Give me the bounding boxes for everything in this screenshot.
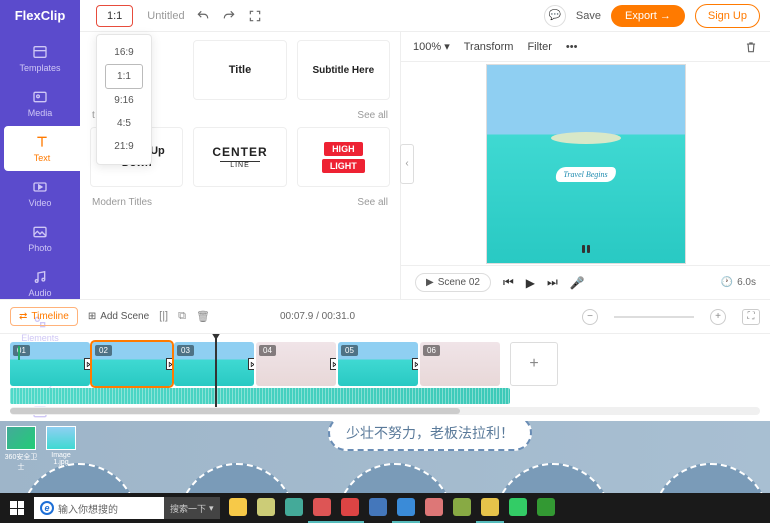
- text-overlay[interactable]: Travel Begins: [555, 167, 615, 182]
- fullscreen-icon[interactable]: [247, 8, 263, 24]
- taskbar-app[interactable]: [364, 493, 392, 523]
- see-all-link[interactable]: See all: [357, 110, 388, 121]
- split-icon[interactable]: [|]: [159, 310, 168, 323]
- zoom-out-icon[interactable]: −: [582, 309, 598, 325]
- more-icon[interactable]: •••: [566, 41, 578, 53]
- taskbar-app[interactable]: [252, 493, 280, 523]
- clip-01[interactable]: 01⋈: [10, 342, 90, 386]
- taskbar-app[interactable]: [504, 493, 532, 523]
- playhead[interactable]: [215, 334, 217, 407]
- text-card-center[interactable]: CENTERLINE: [193, 127, 286, 187]
- ratio-option-16-9[interactable]: 16:9: [97, 41, 151, 64]
- sidebar-item-templates[interactable]: Templates: [0, 36, 80, 81]
- mic-icon[interactable]: 🎤: [570, 276, 585, 290]
- audio-track[interactable]: [10, 388, 510, 404]
- clip-05[interactable]: 05⋈: [338, 342, 418, 386]
- ratio-option-21-9[interactable]: 21:9: [97, 135, 151, 158]
- ie-icon: e: [40, 501, 54, 515]
- next-scene-icon[interactable]: ⏭: [547, 275, 558, 290]
- collapse-handle[interactable]: ‹: [400, 144, 414, 184]
- taskbar-app[interactable]: [448, 493, 476, 523]
- taskbar-app[interactable]: [420, 493, 448, 523]
- taskbar: e输入你想搜的 搜索一下 ▾: [0, 493, 770, 523]
- redo-icon[interactable]: [221, 8, 237, 24]
- clip-06[interactable]: 06: [420, 342, 500, 386]
- project-title[interactable]: Untitled: [147, 10, 184, 22]
- sidebar-item-text[interactable]: Text: [4, 126, 80, 171]
- timeline-clips: 01⋈ 02⋈ 03⋈ 04⋈ 05⋈ 06 +: [0, 333, 770, 421]
- zoom-dropdown[interactable]: 100% ▾: [413, 40, 450, 53]
- scene-play-button[interactable]: ▶ Scene 02: [415, 273, 491, 292]
- signup-button[interactable]: Sign Up: [695, 4, 760, 28]
- section-label-2: Modern Titles: [92, 197, 152, 208]
- taskbar-app[interactable]: [392, 493, 420, 523]
- timeline-toolbar: ⇄ Timeline ⊞ Add Scene [|] ⧉ 🗑 00:07.9 /…: [0, 299, 770, 333]
- sidebar-item-media[interactable]: Media: [0, 81, 80, 126]
- preview-panel: 100% ▾ Transform Filter ••• ‹ Travel Beg…: [400, 32, 770, 299]
- ratio-option-4-5[interactable]: 4:5: [97, 112, 151, 135]
- timeline-scrollbar[interactable]: [10, 407, 760, 415]
- play-icon[interactable]: ▶: [526, 276, 535, 290]
- ratio-option-1-1[interactable]: 1:1: [105, 64, 143, 89]
- text-card-title[interactable]: Title: [193, 40, 286, 100]
- zoom-in-icon[interactable]: +: [710, 309, 726, 325]
- add-scene-button[interactable]: ⊞ Add Scene: [88, 311, 149, 322]
- delete-icon[interactable]: [744, 40, 758, 54]
- preview-canvas[interactable]: Travel Begins: [486, 64, 686, 264]
- clip-02[interactable]: 02⋈: [92, 342, 172, 386]
- timeline-time: 00:07.9 / 00:31.0: [280, 311, 355, 322]
- topbar: FlexClip 1:1 Untitled 💬 Save Export → Si…: [0, 0, 770, 32]
- taskbar-app[interactable]: [336, 493, 364, 523]
- sidebar: Templates Media Text Video Photo Audio E…: [0, 32, 80, 299]
- ratio-option-9-16[interactable]: 9:16: [97, 89, 151, 112]
- zoom-slider[interactable]: [614, 316, 694, 318]
- app-window: FlexClip 1:1 Untitled 💬 Save Export → Si…: [0, 0, 770, 421]
- sidebar-item-photo[interactable]: Photo: [0, 216, 80, 261]
- taskbar-search[interactable]: e输入你想搜的: [34, 497, 164, 519]
- chat-icon[interactable]: 💬: [544, 5, 566, 27]
- prev-scene-icon[interactable]: ⏮: [503, 275, 514, 290]
- desktop-icon-360[interactable]: 360安全卫士: [4, 426, 38, 472]
- taskbar-app[interactable]: [308, 493, 336, 523]
- transform-button[interactable]: Transform: [464, 41, 514, 53]
- clip-03[interactable]: 03⋈: [174, 342, 254, 386]
- desktop-icon-image[interactable]: Image 1.jpg: [44, 426, 78, 472]
- wallpaper-text: 少壮不努力，老板法拉利！: [328, 421, 532, 451]
- text-card-subtitle[interactable]: Subtitle Here: [297, 40, 390, 100]
- scene-duration[interactable]: 🕐 6.0s: [721, 277, 756, 288]
- undo-icon[interactable]: [195, 8, 211, 24]
- section-label: t: [92, 110, 95, 121]
- delete-clip-icon[interactable]: 🗑: [196, 310, 210, 323]
- sidebar-item-video[interactable]: Video: [0, 171, 80, 216]
- taskbar-app[interactable]: [476, 493, 504, 523]
- desktop-icons: 360安全卫士 Image 1.jpg: [4, 426, 78, 472]
- aspect-ratio-button[interactable]: 1:1: [96, 5, 133, 27]
- text-card-highlight[interactable]: HIGHLIGHT: [297, 127, 390, 187]
- taskbar-app[interactable]: [532, 493, 560, 523]
- export-button[interactable]: Export →: [611, 5, 685, 27]
- taskbar-app[interactable]: [224, 493, 252, 523]
- see-all-link-2[interactable]: See all: [357, 197, 388, 208]
- fit-icon[interactable]: ⛶: [742, 309, 760, 325]
- copy-icon[interactable]: ⧉: [178, 310, 186, 323]
- taskbar-app[interactable]: [280, 493, 308, 523]
- clip-04[interactable]: 04⋈: [256, 342, 336, 386]
- timeline-mode-button[interactable]: ⇄ Timeline: [10, 307, 78, 326]
- filter-button[interactable]: Filter: [527, 41, 551, 53]
- start-button[interactable]: [0, 493, 34, 523]
- logo: FlexClip: [0, 0, 80, 32]
- desktop-wallpaper: 少壮不努力，老板法拉利！: [0, 421, 770, 493]
- search-dropdown[interactable]: 搜索一下 ▾: [164, 497, 220, 519]
- add-clip-button[interactable]: +: [510, 342, 558, 386]
- save-button[interactable]: Save: [576, 10, 601, 22]
- ratio-dropdown: 16:9 1:1 9:16 4:5 21:9: [96, 34, 152, 165]
